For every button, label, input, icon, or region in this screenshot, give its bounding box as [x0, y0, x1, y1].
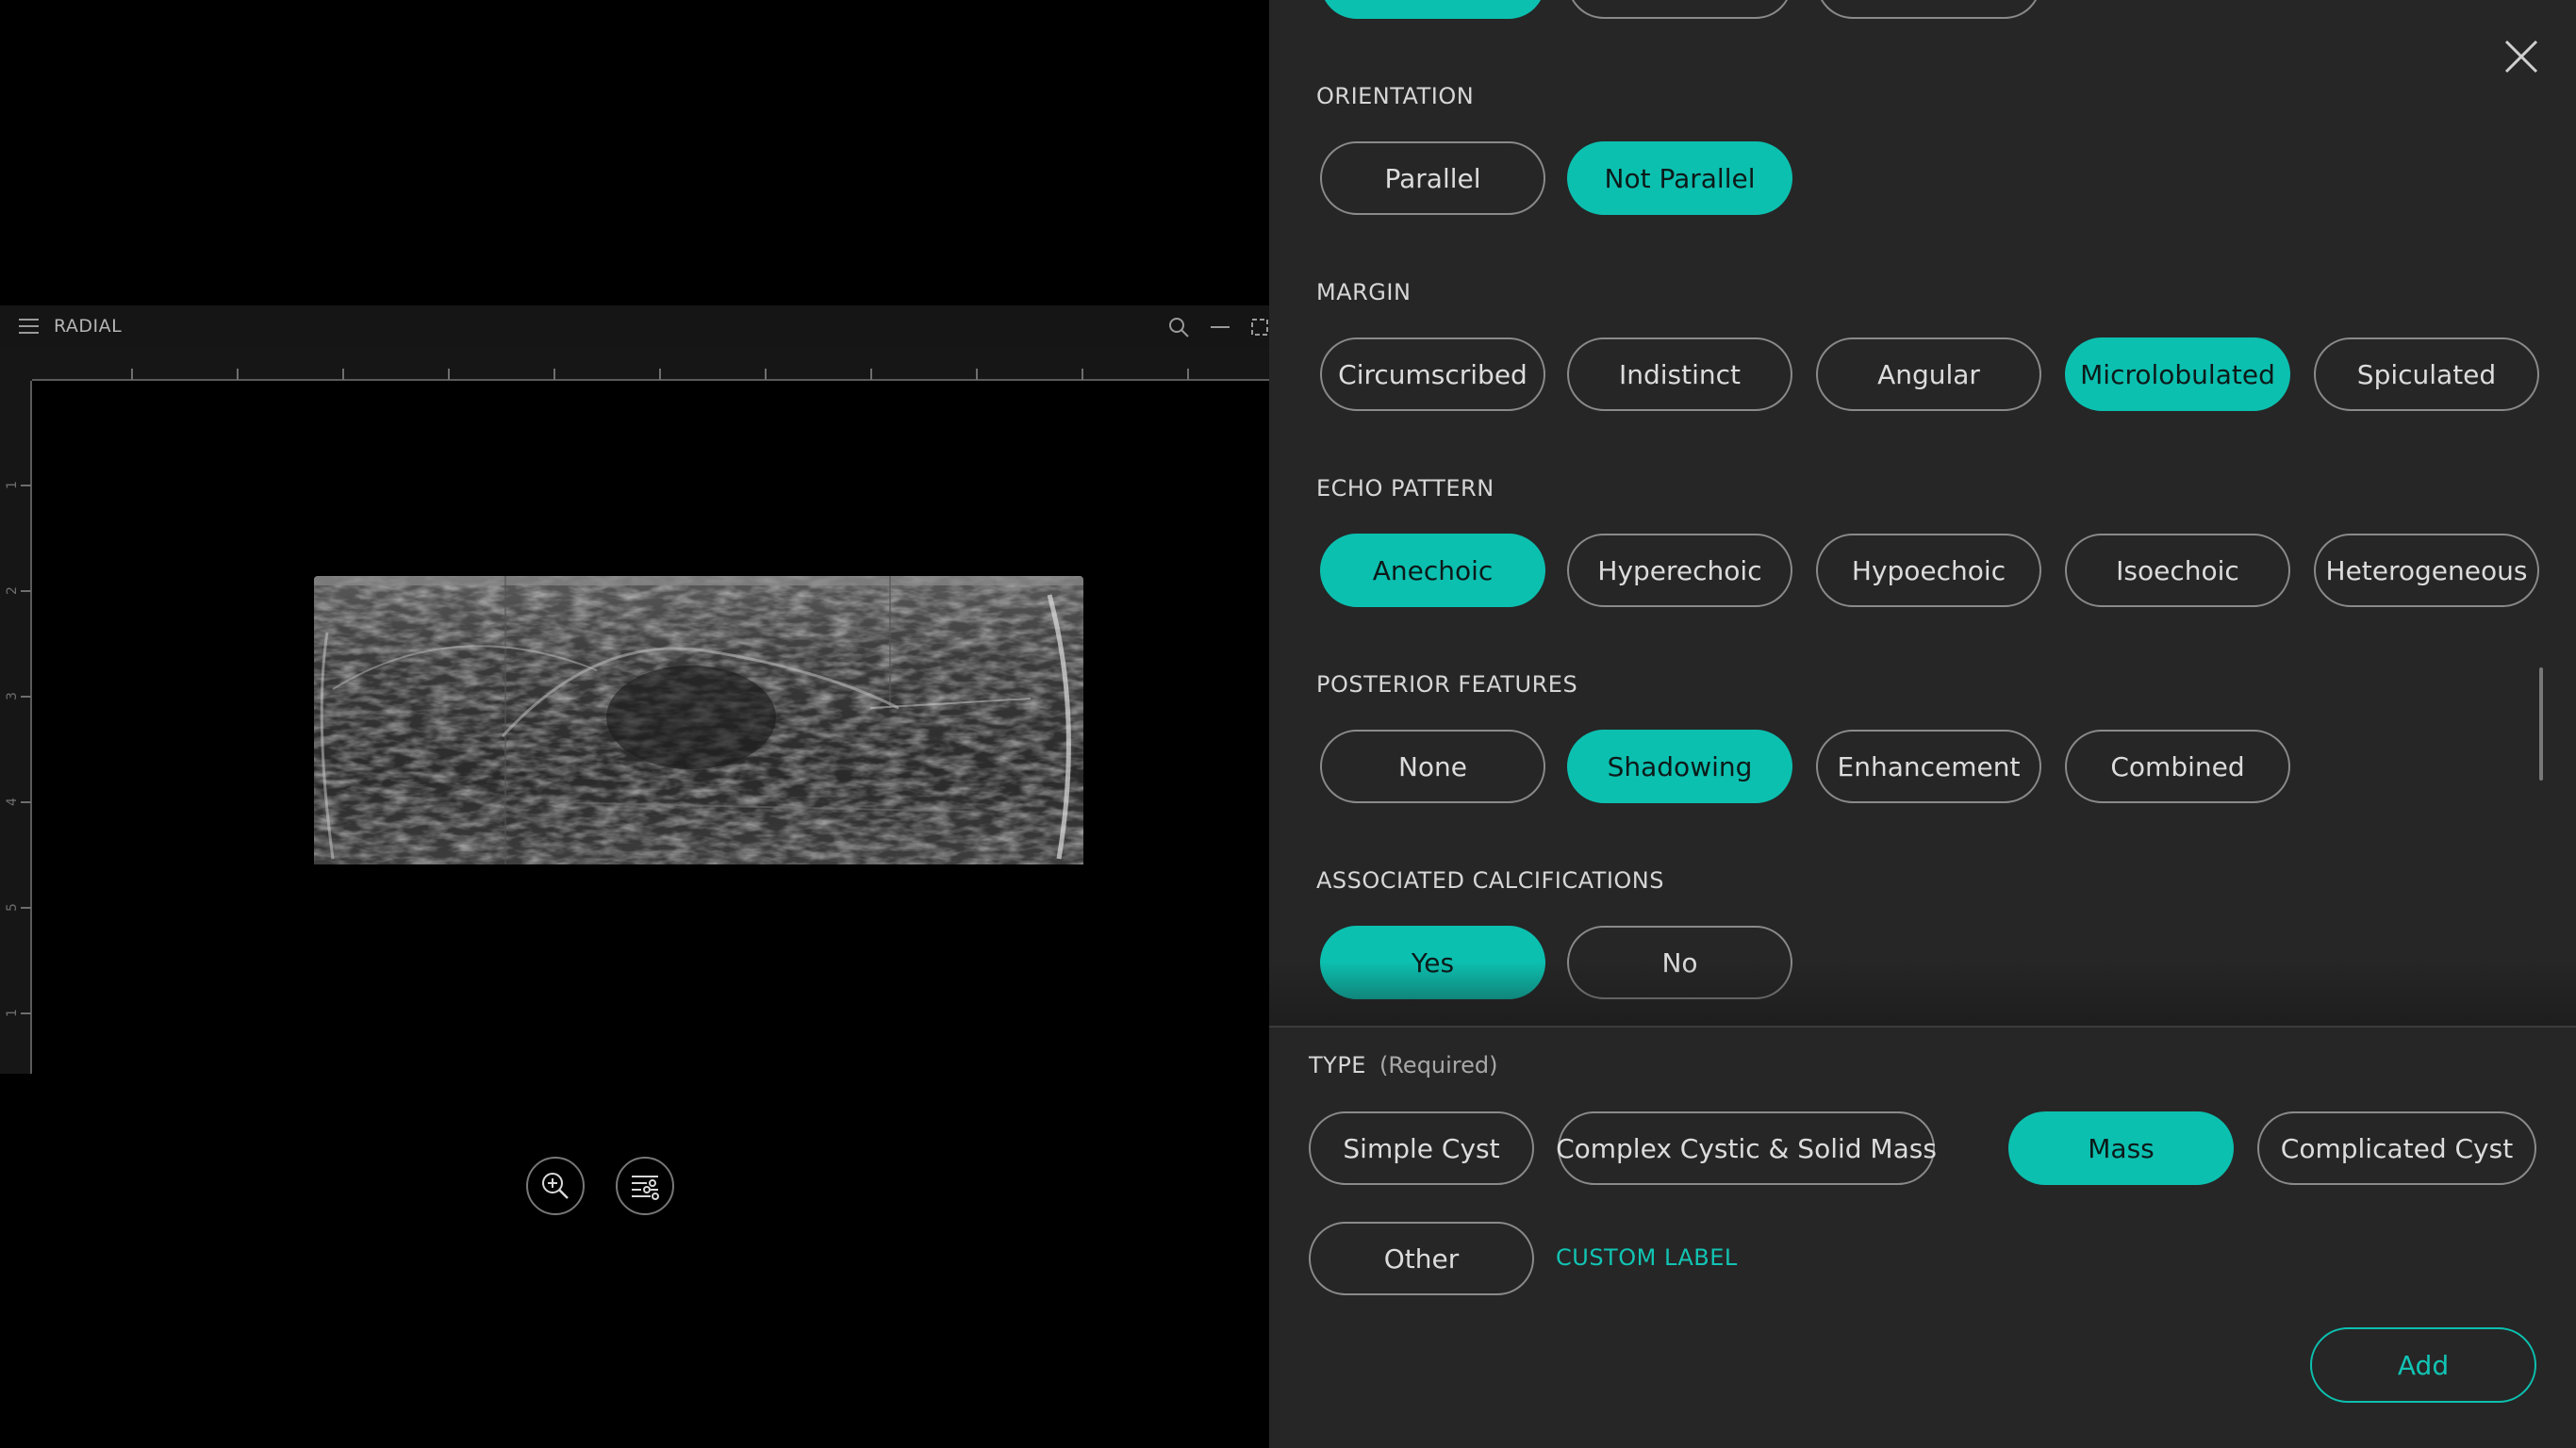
ruler-label: 4	[5, 798, 20, 806]
echo-option-isoechoic[interactable]: Isoechoic	[2065, 534, 2290, 607]
margin-option-indistinct[interactable]: Indistinct	[1567, 337, 1792, 411]
type-section-title: TYPE (Required)	[1309, 1052, 1498, 1078]
ruler-label: 5	[5, 903, 20, 912]
panel-scrollbar[interactable]	[2539, 667, 2543, 781]
posterior-option-shadowing[interactable]: Shadowing	[1567, 730, 1792, 803]
required-note: (Required)	[1379, 1052, 1498, 1078]
posterior-option-combined[interactable]: Combined	[2065, 730, 2290, 803]
type-divider	[1269, 1026, 2576, 1028]
image-adjust-button[interactable]	[616, 1157, 674, 1215]
section-title-echo: ECHO PATTERN	[1316, 475, 1494, 502]
hamburger-icon[interactable]	[19, 319, 39, 335]
margin-option-circumscribed[interactable]: Circumscribed	[1320, 337, 1545, 411]
section-title-margin: MARGIN	[1316, 279, 1412, 305]
ruler-label: 1	[5, 1009, 20, 1017]
section-title-calc: ASSOCIATED CALCIFICATIONS	[1316, 867, 1664, 894]
expand-icon[interactable]	[1248, 316, 1271, 338]
add-button[interactable]: Add	[2310, 1327, 2536, 1403]
echo-option-hyperechoic[interactable]: Hyperechoic	[1567, 534, 1792, 607]
minimize-icon[interactable]	[1209, 316, 1231, 338]
top-option-pill-partial[interactable]	[1567, 0, 1792, 19]
echo-option-heterogeneous[interactable]: Heterogeneous	[2314, 534, 2539, 607]
type-option-other[interactable]: Other	[1309, 1222, 1534, 1295]
viewer-toolbar: RADIAL	[0, 305, 1269, 348]
lesion-description-panel: ORIENTATION Parallel Not Parallel MARGIN Cir…	[1269, 0, 2576, 1448]
orientation-option-parallel[interactable]: Parallel	[1320, 141, 1545, 215]
zoom-in-button[interactable]	[526, 1157, 585, 1215]
posterior-option-none[interactable]: None	[1320, 730, 1545, 803]
posterior-option-enhancement[interactable]: Enhancement	[1816, 730, 2041, 803]
echo-option-hypoechoic[interactable]: Hypoechoic	[1816, 534, 2041, 607]
type-option-complicated-cyst[interactable]: Complicated Cyst	[2257, 1111, 2536, 1185]
echo-option-anechoic[interactable]: Anechoic	[1320, 534, 1545, 607]
viewer-title: RADIAL	[54, 316, 123, 337]
type-option-mass[interactable]: Mass	[2008, 1111, 2234, 1185]
section-title-orientation: ORIENTATION	[1316, 83, 1475, 109]
type-option-simple-cyst[interactable]: Simple Cyst	[1309, 1111, 1534, 1185]
type-title-text: TYPE	[1309, 1052, 1366, 1078]
scroll-fade	[1269, 962, 2576, 1026]
type-option-complex-cystic-solid-mass[interactable]: Complex Cystic & Solid Mass	[1556, 1111, 1937, 1185]
horizontal-ruler	[0, 348, 1269, 381]
section-title-posterior: POSTERIOR FEATURES	[1316, 671, 1578, 698]
orientation-option-not-parallel[interactable]: Not Parallel	[1567, 141, 1792, 215]
close-icon[interactable]	[2501, 36, 2542, 77]
ruler-label: 2	[5, 586, 20, 595]
ultrasound-image	[314, 576, 1083, 864]
adjust-icon	[632, 1176, 659, 1200]
top-option-pill-partial[interactable]	[1320, 0, 1545, 19]
vertical-ruler: 1 2 3 4 5 1	[0, 348, 32, 1074]
margin-option-angular[interactable]: Angular	[1816, 337, 2041, 411]
margin-option-spiculated[interactable]: Spiculated	[2314, 337, 2539, 411]
margin-option-microlobulated[interactable]: Microlobulated	[2065, 337, 2290, 411]
top-option-pill-partial[interactable]	[1816, 0, 2041, 19]
custom-label-link[interactable]: CUSTOM LABEL	[1556, 1244, 1738, 1271]
image-viewer: RADIAL 1 2 3 4 5 1	[0, 0, 1269, 1448]
ruler-label: 3	[5, 692, 20, 700]
zoom-in-icon	[542, 1173, 569, 1199]
ruler-label: 1	[5, 481, 20, 489]
search-icon[interactable]	[1167, 316, 1190, 338]
